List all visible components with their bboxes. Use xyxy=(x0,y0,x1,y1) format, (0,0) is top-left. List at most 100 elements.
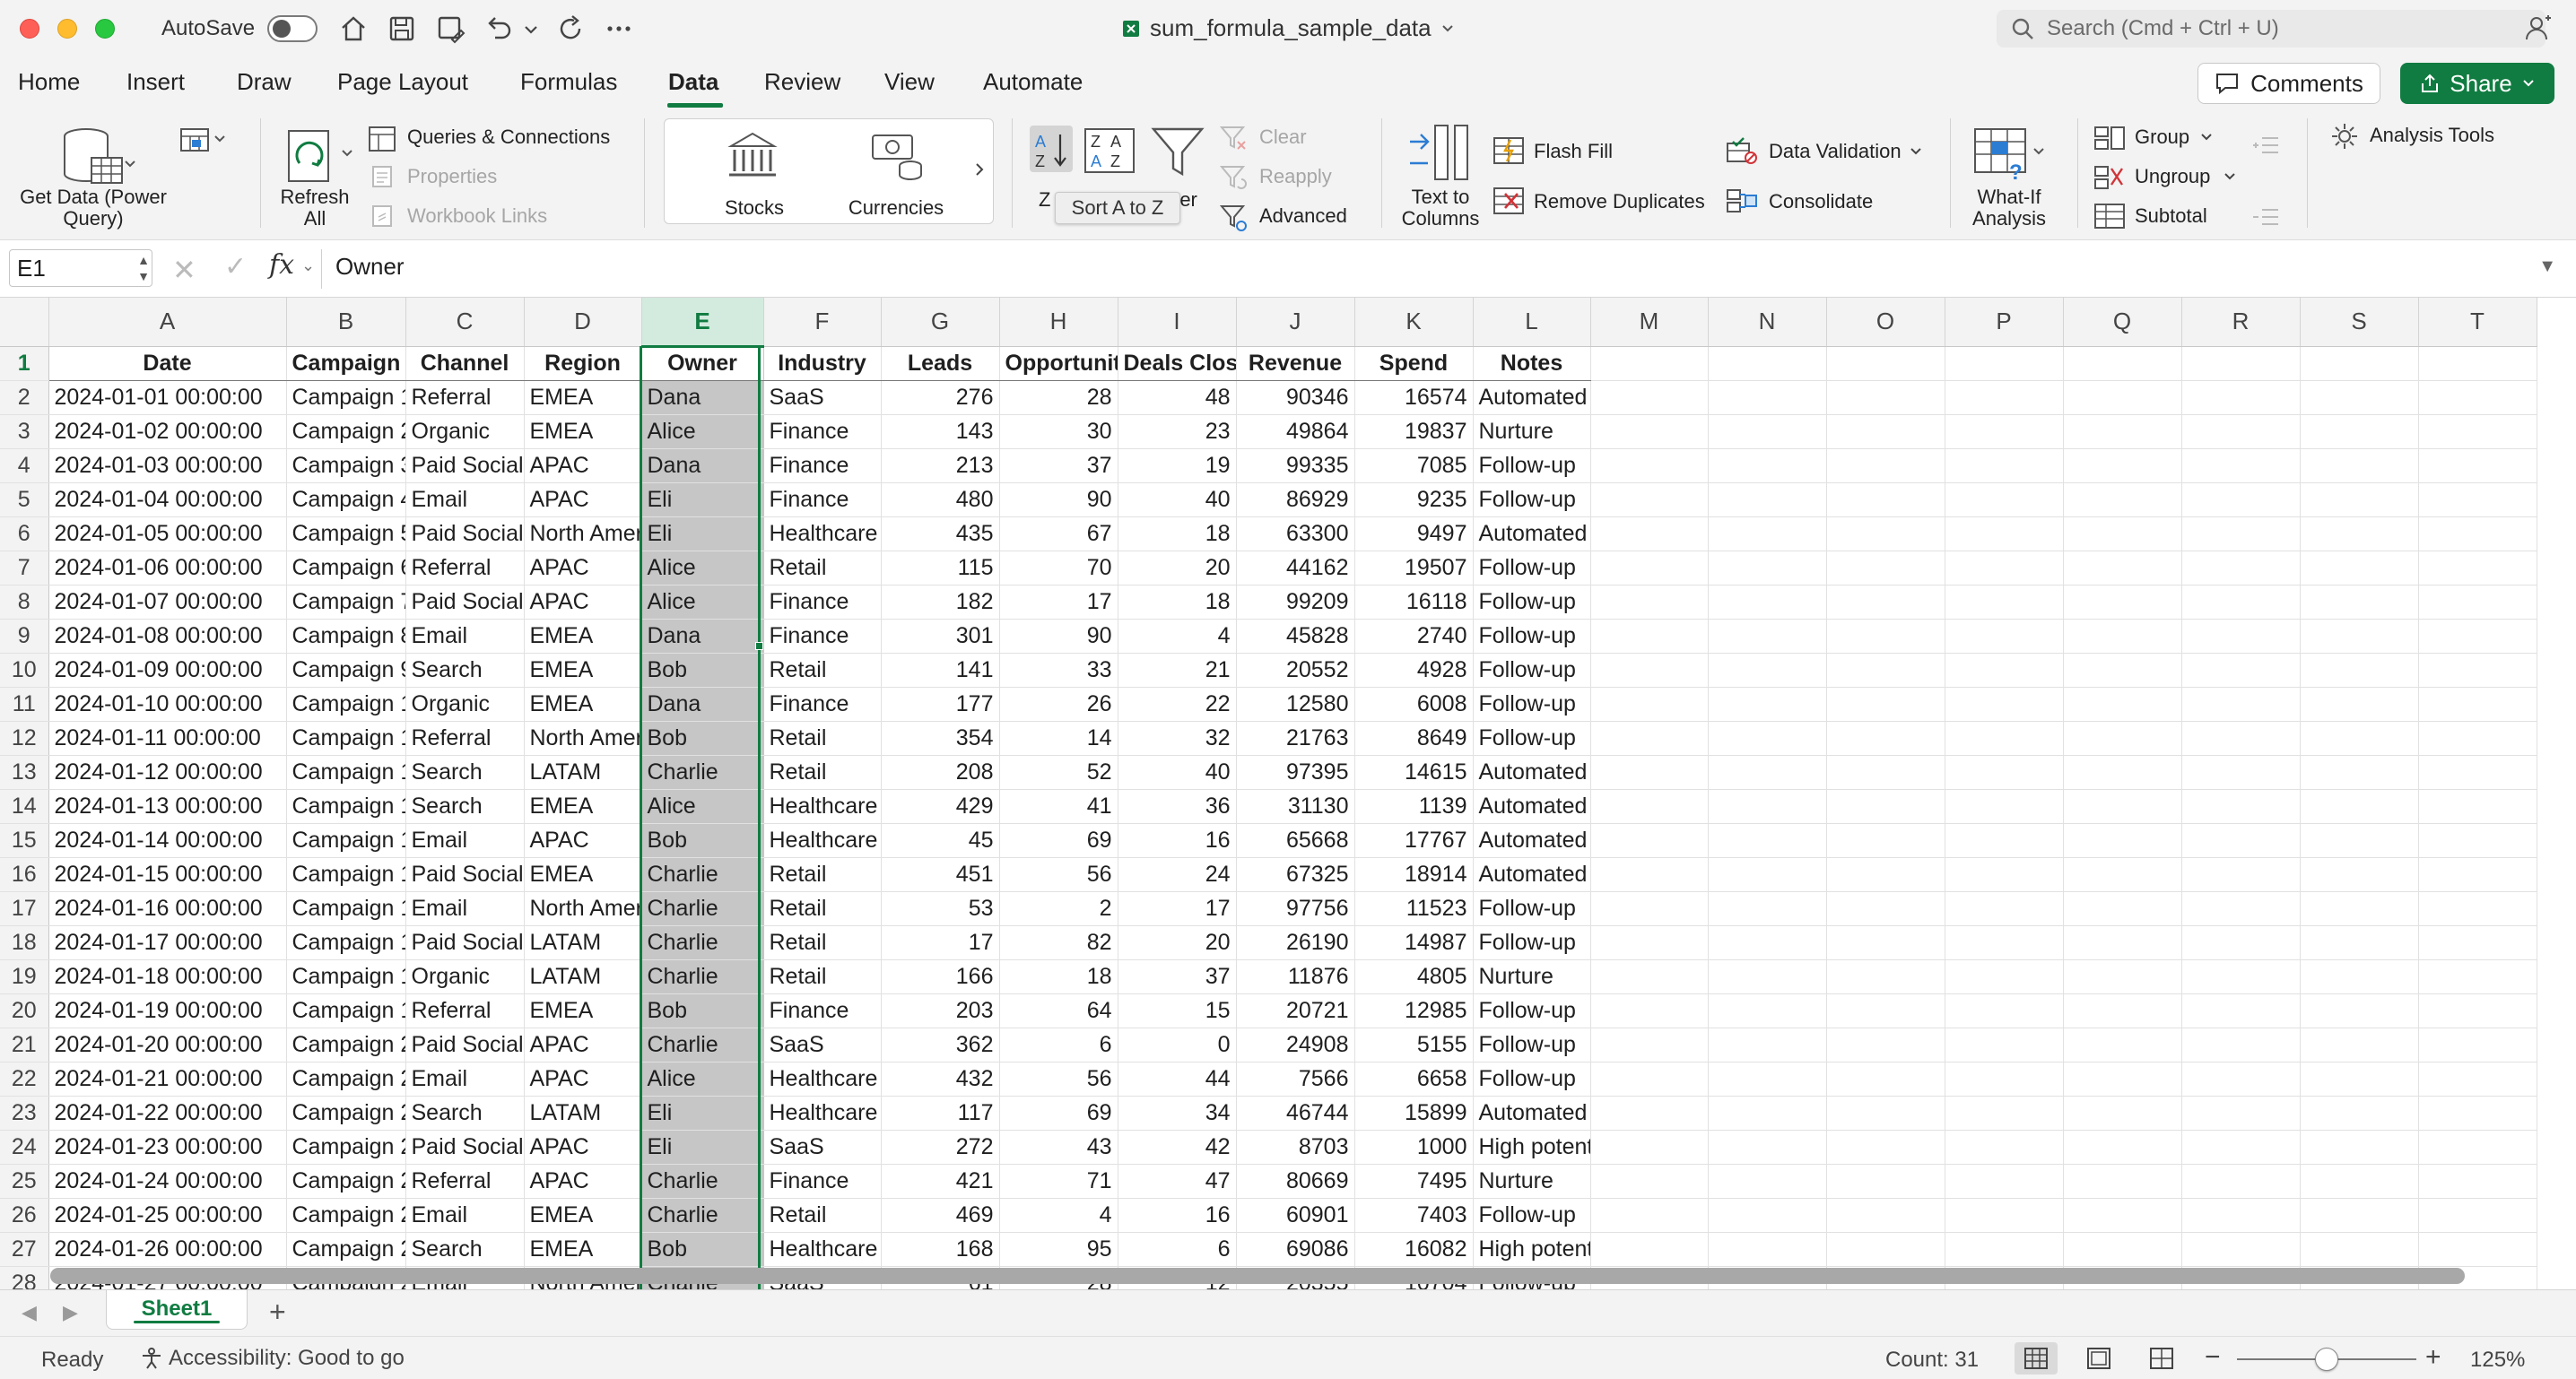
cell[interactable]: Alice xyxy=(641,1062,764,1097)
cell[interactable]: Retail xyxy=(763,1198,882,1233)
cell[interactable]: Alice xyxy=(641,551,764,585)
normal-view-button[interactable] xyxy=(2015,1342,2058,1375)
cell[interactable]: 4 xyxy=(999,1198,1118,1233)
cell[interactable]: 2024-01-21 00:00:00 xyxy=(48,1062,287,1097)
column-header-r[interactable]: R xyxy=(2181,298,2301,347)
row-header[interactable]: 5 xyxy=(0,482,49,517)
cell[interactable] xyxy=(2063,619,2182,654)
cell[interactable] xyxy=(1708,1164,1827,1199)
cell[interactable]: 2024-01-15 00:00:00 xyxy=(48,857,287,892)
row-header[interactable]: 15 xyxy=(0,823,49,858)
cell[interactable]: Paid Social xyxy=(405,857,525,892)
cell[interactable]: 28 xyxy=(999,380,1118,415)
cell[interactable] xyxy=(2418,755,2537,790)
cell[interactable] xyxy=(1708,993,1827,1028)
cell[interactable]: 21 xyxy=(1118,653,1237,688)
cell[interactable] xyxy=(1590,789,1709,824)
cell[interactable]: 56 xyxy=(999,1062,1118,1097)
cell[interactable]: 362 xyxy=(881,1028,1000,1062)
cell[interactable]: 18 xyxy=(1118,585,1237,620)
cell[interactable]: 37 xyxy=(999,448,1118,483)
column-header-q[interactable]: Q xyxy=(2063,298,2182,347)
cell[interactable] xyxy=(1708,414,1827,449)
cell[interactable] xyxy=(1590,687,1709,722)
row-header[interactable]: 11 xyxy=(0,687,49,722)
cell[interactable]: Follow-up xyxy=(1473,721,1591,756)
workbook-links-button[interactable]: Workbook Links xyxy=(407,204,547,228)
column-title-cell[interactable]: Region xyxy=(524,346,642,381)
row-header[interactable]: 23 xyxy=(0,1096,49,1131)
cell[interactable]: 276 xyxy=(881,380,1000,415)
cell[interactable] xyxy=(2418,516,2537,551)
cell[interactable]: 2024-01-22 00:00:00 xyxy=(48,1096,287,1131)
cell[interactable]: 69 xyxy=(999,823,1118,858)
cell[interactable]: Campaign 6 xyxy=(286,551,406,585)
cell[interactable]: 435 xyxy=(881,516,1000,551)
cell[interactable] xyxy=(1945,1164,2064,1199)
cell[interactable] xyxy=(1945,1096,2064,1131)
cell[interactable]: 1000 xyxy=(1354,1130,1474,1165)
cell[interactable]: 80669 xyxy=(1236,1164,1355,1199)
cell[interactable] xyxy=(2181,1232,2301,1267)
cell[interactable] xyxy=(1945,585,2064,620)
cell[interactable]: Nurture xyxy=(1473,414,1591,449)
cell[interactable]: Email xyxy=(405,1198,525,1233)
cell[interactable]: Finance xyxy=(763,687,882,722)
cell[interactable]: 2024-01-03 00:00:00 xyxy=(48,448,287,483)
column-header-m[interactable]: M xyxy=(1590,298,1709,347)
cell[interactable]: EMEA xyxy=(524,687,642,722)
cell[interactable] xyxy=(1826,1198,1945,1233)
search-input[interactable]: Search (Cmd + Ctrl + U) xyxy=(1997,10,2546,48)
cell[interactable]: Campaign 22 xyxy=(286,1096,406,1131)
cell[interactable]: Campaign 12 xyxy=(286,755,406,790)
column-title-cell[interactable]: Date xyxy=(48,346,287,381)
cell[interactable]: 82 xyxy=(999,925,1118,960)
cell[interactable]: Follow-up xyxy=(1473,891,1591,926)
share-person-icon[interactable] xyxy=(2522,13,2554,45)
cell[interactable]: Healthcare xyxy=(763,516,882,551)
cell[interactable] xyxy=(1826,755,1945,790)
cell[interactable]: Automated xyxy=(1473,823,1591,858)
cell[interactable] xyxy=(2181,551,2301,585)
column-header-t[interactable]: T xyxy=(2418,298,2537,347)
cell[interactable] xyxy=(2418,857,2537,892)
cell[interactable] xyxy=(1590,959,1709,994)
existing-connections-icon[interactable] xyxy=(179,124,233,160)
expand-formula-bar-icon[interactable]: ▼ xyxy=(2538,256,2556,277)
cell[interactable]: 2 xyxy=(999,891,1118,926)
data-validation-button[interactable]: Data Validation xyxy=(1769,140,1902,163)
analysis-tools-button[interactable]: Analysis Tools xyxy=(2370,124,2494,147)
cell[interactable] xyxy=(2181,959,2301,994)
cell[interactable] xyxy=(2418,1130,2537,1165)
what-if-analysis-icon[interactable]: ? xyxy=(1970,124,2050,186)
cell[interactable]: 26 xyxy=(999,687,1118,722)
cell[interactable]: 36 xyxy=(1118,789,1237,824)
cell[interactable] xyxy=(1590,1164,1709,1199)
cell[interactable] xyxy=(1590,380,1709,415)
column-header-p[interactable]: P xyxy=(1945,298,2064,347)
cell[interactable]: 2024-01-11 00:00:00 xyxy=(48,721,287,756)
cell[interactable]: Campaign 2 xyxy=(286,414,406,449)
cell[interactable] xyxy=(1945,857,2064,892)
cell[interactable]: 7495 xyxy=(1354,1164,1474,1199)
cell[interactable]: 15899 xyxy=(1354,1096,1474,1131)
cell[interactable] xyxy=(1590,619,1709,654)
cell[interactable]: Automated xyxy=(1473,755,1591,790)
cell[interactable]: Search xyxy=(405,1232,525,1267)
cell[interactable] xyxy=(2418,1096,2537,1131)
cell[interactable]: 2024-01-09 00:00:00 xyxy=(48,653,287,688)
cell[interactable] xyxy=(2181,721,2301,756)
save-as-icon[interactable] xyxy=(434,13,466,45)
cell[interactable] xyxy=(2181,1198,2301,1233)
cell[interactable]: Email xyxy=(405,619,525,654)
cell[interactable]: LATAM xyxy=(524,755,642,790)
cell[interactable] xyxy=(2181,414,2301,449)
cell[interactable] xyxy=(2181,653,2301,688)
cell[interactable] xyxy=(1708,1096,1827,1131)
cell[interactable]: 451 xyxy=(881,857,1000,892)
cell[interactable] xyxy=(1590,721,1709,756)
cell[interactable] xyxy=(2181,516,2301,551)
cell[interactable] xyxy=(1945,516,2064,551)
cell[interactable]: 17 xyxy=(881,925,1000,960)
cell[interactable] xyxy=(1826,516,1945,551)
